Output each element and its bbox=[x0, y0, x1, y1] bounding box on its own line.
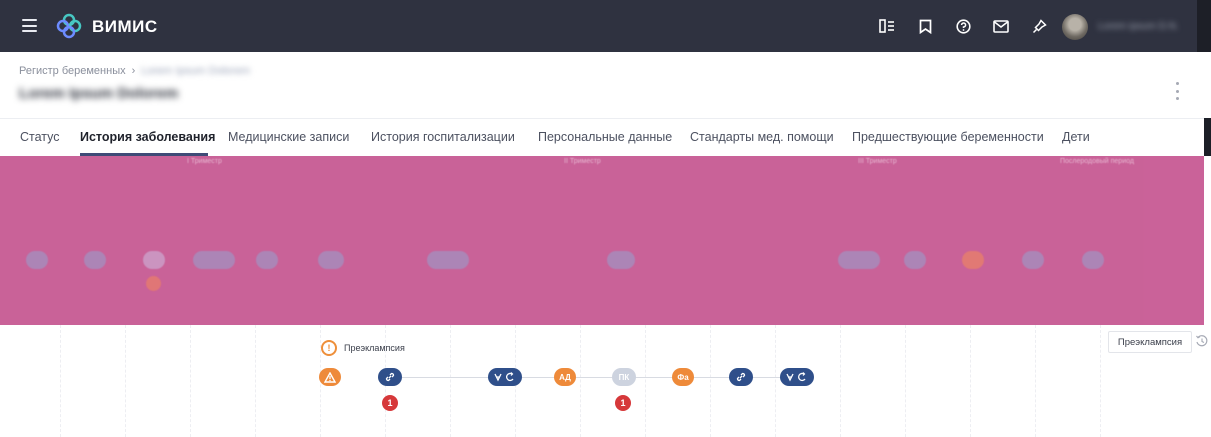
panel-icon[interactable] bbox=[875, 14, 899, 38]
overlay-event bbox=[26, 251, 48, 269]
menu-icon[interactable] bbox=[22, 19, 37, 32]
tab-hospitalization-history[interactable]: История госпитализации bbox=[371, 130, 515, 144]
link-icon bbox=[736, 372, 746, 382]
event-pk[interactable]: ПК bbox=[612, 368, 636, 386]
trimester-label: III Триместр bbox=[858, 158, 897, 165]
preeclampsia-filter-button[interactable]: Преэклампсия bbox=[1108, 331, 1192, 353]
window-edge bbox=[1197, 0, 1211, 52]
warning-icon bbox=[324, 371, 336, 383]
tab-medical-history[interactable]: История заболевания bbox=[80, 130, 215, 144]
link-event[interactable] bbox=[729, 368, 753, 386]
app-name: ВИМИС bbox=[92, 17, 158, 36]
trimester-label: I Триместр bbox=[187, 158, 222, 165]
overlay-event bbox=[427, 251, 469, 269]
bookmark-icon[interactable] bbox=[913, 14, 937, 38]
breadcrumb-current: Lorem Ipsum Dolorem bbox=[141, 65, 251, 77]
tab-bar: Статус История заболевания Медицинские з… bbox=[0, 118, 1211, 156]
overlay-count bbox=[146, 276, 161, 291]
overlay-event bbox=[193, 251, 235, 269]
tab-previous-pregnancies[interactable]: Предшествующие беременности bbox=[852, 130, 1044, 144]
event-count-badge: 1 bbox=[382, 395, 398, 411]
ultrasound-event[interactable] bbox=[780, 368, 814, 386]
user-name[interactable]: Lorem ipsum D.N. bbox=[1098, 21, 1179, 32]
tab-personal-data[interactable]: Персональные данные bbox=[538, 130, 672, 144]
overlay-event bbox=[904, 251, 926, 269]
ultrasound-refresh-icon bbox=[494, 372, 514, 382]
timeline-connector bbox=[402, 377, 502, 378]
tab-medical-records[interactable]: Медицинские записи bbox=[228, 130, 349, 144]
page-title: Lorem Ipsum Dolorem bbox=[19, 85, 179, 102]
history-icon[interactable] bbox=[1195, 334, 1209, 348]
trimester-label: Послеродовый период bbox=[1060, 158, 1134, 165]
link-event[interactable] bbox=[378, 368, 402, 386]
tab-children[interactable]: Дети bbox=[1062, 130, 1090, 144]
breadcrumb-root[interactable]: Регистр беременных bbox=[19, 65, 126, 77]
timeline-grid bbox=[0, 325, 1211, 437]
window-edge bbox=[1204, 118, 1211, 156]
event-count-badge: 1 bbox=[615, 395, 631, 411]
more-options-icon[interactable] bbox=[1172, 82, 1182, 100]
mail-icon[interactable] bbox=[989, 14, 1013, 38]
event-ad[interactable]: АД bbox=[554, 368, 576, 386]
breadcrumb-separator-icon: › bbox=[131, 65, 136, 77]
event-fa[interactable]: Фа bbox=[672, 368, 694, 386]
trimester-label: II Триместр bbox=[564, 158, 601, 165]
trimester-overlay: I Триместр II Триместр III Триместр Посл… bbox=[0, 156, 1204, 325]
overlay-event bbox=[1022, 251, 1044, 269]
overlay-event bbox=[143, 251, 165, 269]
link-icon bbox=[385, 372, 395, 382]
top-bar: ВИМИС Lorem ipsum D.N. bbox=[0, 0, 1211, 52]
overlay-event bbox=[607, 251, 635, 269]
help-icon[interactable] bbox=[951, 14, 975, 38]
tab-status[interactable]: Статус bbox=[20, 130, 60, 144]
alert-circle-icon: ! bbox=[321, 340, 337, 356]
ultrasound-event[interactable] bbox=[488, 368, 522, 386]
overlay-event bbox=[84, 251, 106, 269]
ultrasound-refresh-icon bbox=[786, 372, 806, 382]
legend-label: Преэклампсия bbox=[344, 343, 405, 353]
overlay-event bbox=[256, 251, 278, 269]
overlay-event bbox=[1082, 251, 1104, 269]
avatar[interactable] bbox=[1062, 14, 1088, 40]
legend-preeclampsia: ! Преэклампсия bbox=[321, 340, 405, 356]
overlay-event bbox=[962, 251, 984, 269]
overlay-event bbox=[318, 251, 344, 269]
breadcrumb: Регистр беременных › Lorem Ipsum Dolorem bbox=[19, 65, 250, 77]
overlay-event bbox=[838, 251, 880, 269]
pin-icon[interactable] bbox=[1027, 14, 1051, 38]
warning-event[interactable] bbox=[319, 368, 341, 386]
tab-care-standards[interactable]: Стандарты мед. помощи bbox=[690, 130, 834, 144]
logo-icon bbox=[56, 13, 82, 39]
